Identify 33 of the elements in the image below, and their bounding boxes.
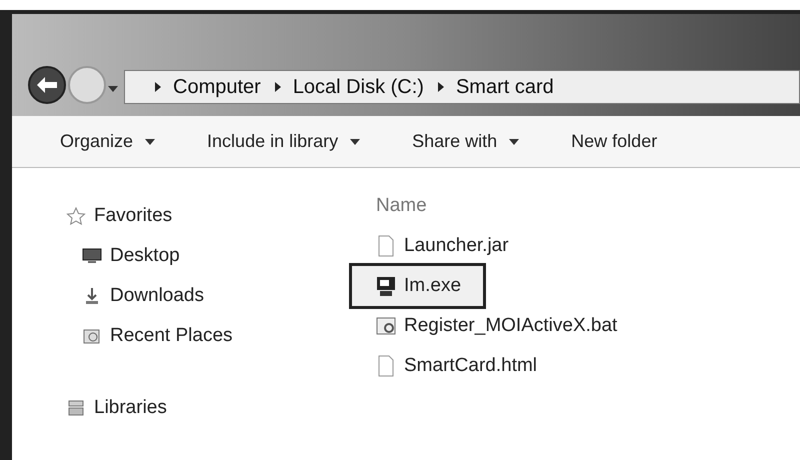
nav-item[interactable]: Recent Places — [66, 316, 352, 356]
file-row[interactable]: Launcher.jar — [352, 226, 509, 266]
program-icon — [376, 275, 396, 297]
document-icon — [376, 235, 396, 257]
breadcrumb[interactable]: Smart card — [456, 72, 554, 102]
file-row[interactable]: Register_MOIActiveX.bat — [352, 306, 618, 346]
caret-icon — [145, 138, 156, 145]
chevron-icon — [155, 82, 161, 92]
library-icon — [66, 399, 86, 417]
back-button[interactable] — [28, 66, 66, 104]
left-arrow-icon — [37, 77, 57, 94]
toolbar-button[interactable]: Include in library — [207, 128, 360, 156]
chevron-icon — [438, 82, 444, 92]
monitor-icon — [82, 247, 102, 265]
star-icon — [66, 207, 86, 225]
breadcrumb[interactable]: Computer — [173, 72, 261, 102]
chevron-icon — [274, 82, 281, 92]
column-header[interactable]: Name — [352, 186, 800, 226]
breadcrumb[interactable]: Local Disk (C:) — [292, 72, 424, 102]
file-row[interactable]: SmartCard.html — [352, 346, 538, 386]
nav-item[interactable]: Desktop — [66, 236, 352, 276]
document-icon — [376, 355, 396, 377]
caret-icon — [350, 138, 360, 145]
toolbar-button[interactable]: Organize — [60, 128, 156, 156]
nav-item[interactable]: Downloads — [66, 276, 352, 316]
nav-group[interactable]: Libraries — [66, 388, 352, 428]
caret-icon — [108, 86, 118, 92]
toolbar-button[interactable]: Share with — [412, 128, 520, 156]
toolbar-button[interactable]: New folder — [571, 128, 658, 156]
address-bar[interactable]: Computer Local Disk (C:) Smart card — [124, 70, 800, 104]
caret-icon — [509, 138, 520, 145]
file-row[interactable]: Im.exe — [352, 266, 484, 306]
nav-group[interactable]: Favorites — [66, 196, 352, 236]
